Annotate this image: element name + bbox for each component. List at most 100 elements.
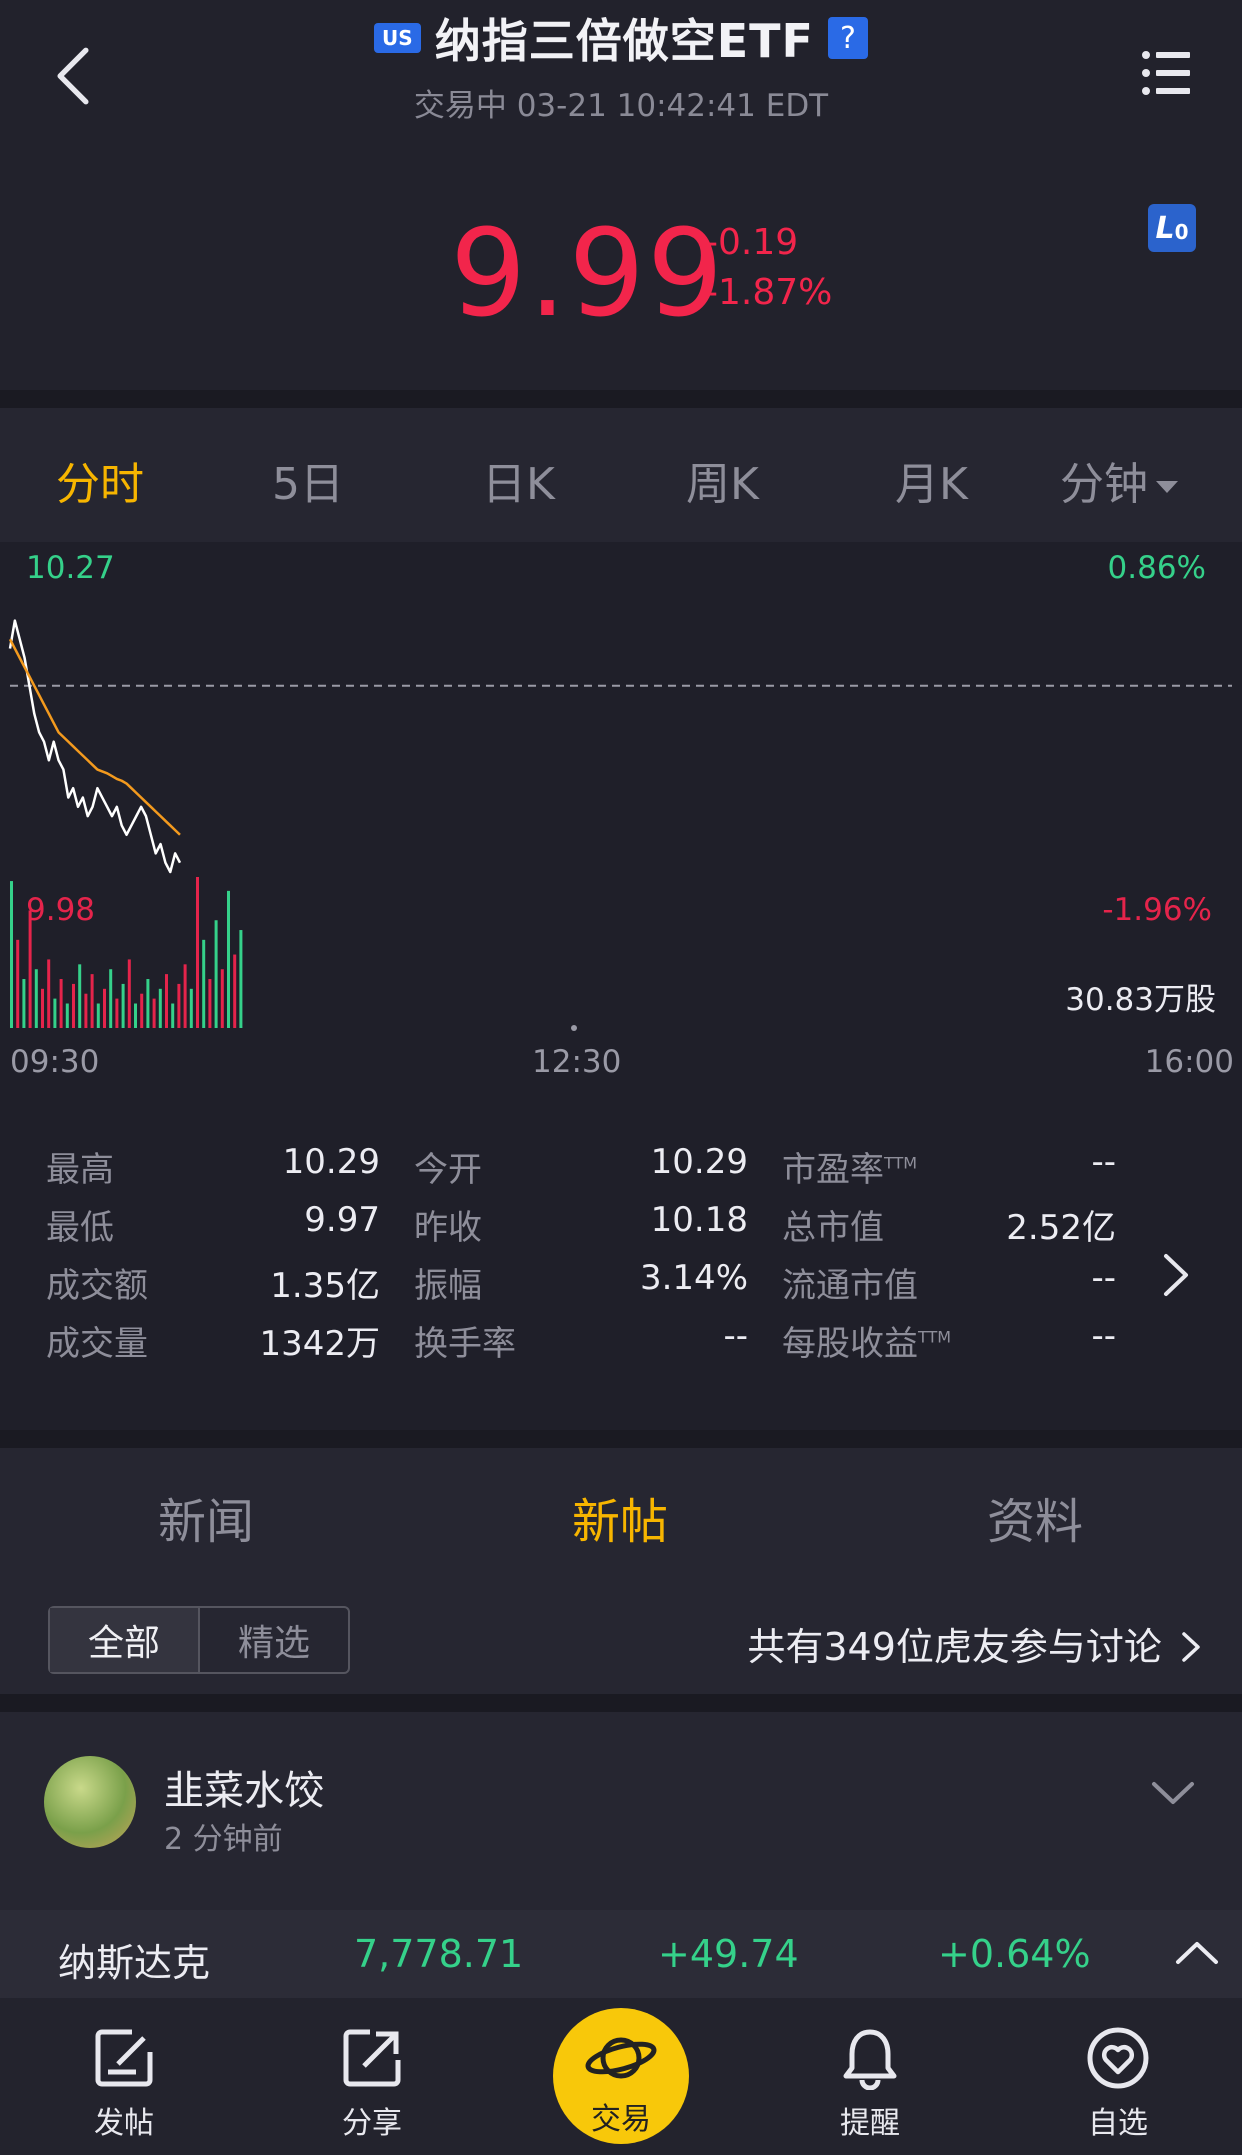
volume-bar [220,969,224,1028]
discussion-count: 共有349位虎友参与讨论 [747,1625,1162,1669]
post-filter-bar: 全部 精选 共有349位虎友参与讨论 [0,1568,1242,1694]
volume-bar [140,993,144,1028]
tab-minute[interactable]: 分钟 [1060,448,1178,512]
stat-value: 1.35亿 [270,1266,380,1306]
heart-icon [1087,2027,1149,2089]
page-title: 纳指三倍做空ETF [434,14,814,68]
level-badge-number: 0 [1174,220,1189,244]
tab-weekly-k[interactable]: 周K [686,448,759,512]
volume-bar [202,939,206,1028]
volume-bar [10,881,13,1028]
volume-bar [72,983,75,1028]
tab-5-day[interactable]: 5日 [272,448,344,512]
nav-post[interactable]: 发帖 [54,2026,194,2142]
stat-value: 9.97 [304,1200,380,1240]
volume-bar [165,974,168,1028]
volume-bar [28,910,32,1028]
stat-label-text: 市盈率 [782,1150,884,1190]
trade-button[interactable]: 交易 [553,2008,689,2144]
stat-label-text: 每股收益 [782,1324,918,1364]
level-badge[interactable]: L0 [1148,204,1196,252]
pct-low-label: -1.96% [1102,892,1212,928]
volume-bar [22,979,26,1028]
stat-label-suffix: TTM [884,1153,918,1173]
divider [0,390,1242,408]
stat-label-text: 成交量 [46,1324,148,1364]
chevron-down-icon[interactable] [1150,1778,1196,1808]
volume-bar [16,939,20,1028]
index-name: 纳斯达克 [58,1941,211,1985]
volume-bar [233,954,237,1028]
post-card[interactable]: 韭菜水饺 2 分钟前 [0,1712,1242,1912]
stat-value: 10.18 [650,1200,748,1240]
help-icon[interactable]: ? [827,17,868,59]
chart-canvas [8,619,1232,1031]
post-time: 2 分钟前 [164,1822,283,1857]
avatar[interactable] [44,1756,136,1848]
volume-bar [53,998,57,1028]
volume-bar [158,988,162,1028]
nav-share[interactable]: 分享 [302,2026,442,2142]
tab-monthly-k[interactable]: 月K [895,448,968,512]
index-value: 7,778.71 [354,1932,524,1976]
volume-bar [121,983,125,1028]
bell-icon [843,2029,897,2090]
stat-label: 振幅 [414,1258,482,1307]
stat-label-text: 昨收 [414,1208,482,1248]
tab-daily-k[interactable]: 日K [482,448,555,512]
stat-value: 1342万 [259,1324,380,1364]
stat-label: 市盈率TTM [782,1142,917,1191]
menu-list-icon[interactable] [1142,50,1190,96]
nav-watchlist-label: 自选 [1088,2106,1148,2141]
stat-label-text: 总市值 [782,1208,884,1248]
chevron-right-icon[interactable] [1160,1250,1194,1300]
nav-watchlist[interactable]: 自选 [1048,2026,1188,2142]
volume-bar [65,1003,69,1028]
volume-max-label: 30.83万股 [1065,982,1216,1018]
stat-value: -- [1091,1258,1116,1298]
intraday-chart[interactable]: 10.27 0.86% 9.98 -1.96% 30.83万股 09:30 12… [0,542,1242,1097]
filter-all[interactable]: 全部 [50,1608,200,1672]
stat-label: 成交额 [46,1258,148,1307]
pct-high-label: 0.86% [1107,550,1206,586]
volume-bar [227,890,230,1028]
stat-label: 今开 [414,1142,482,1191]
share-icon [343,2029,401,2087]
stat-label-text: 今开 [414,1150,482,1190]
tab-new-posts[interactable]: 新帖 [572,1482,668,1552]
volume-bar [78,964,82,1028]
filter-featured[interactable]: 精选 [200,1608,348,1672]
index-change-percent: +0.64% [938,1932,1091,1976]
content-tabs: 新闻 新帖 资料 [0,1448,1242,1568]
tab-profile[interactable]: 资料 [987,1482,1083,1552]
index-change: +49.74 [658,1932,799,1976]
chevron-up-icon[interactable] [1174,1938,1220,1968]
volume-bar [47,959,51,1028]
volume-bar [171,1003,175,1028]
tab-intraday[interactable]: 分时 [56,448,144,512]
nav-alert[interactable]: 提醒 [800,2026,940,2142]
price-low-label: 9.98 [26,892,96,928]
average-price-line [8,638,181,836]
time-start-label: 09:30 [10,1044,100,1080]
time-mid-label: 12:30 [532,1044,622,1080]
volume-bar [189,988,193,1028]
tab-news[interactable]: 新闻 [158,1482,254,1552]
volume-bar [90,974,94,1028]
quote-stats-panel[interactable]: 最高 10.29 今开 10.29 市盈率TTM -- 最低 9.97 昨收 10.18 总市值 2.… [0,1100,1242,1430]
chevron-right-icon [1182,1632,1200,1662]
stat-value: 10.29 [650,1142,748,1182]
volume-bar [84,993,88,1028]
stat-value: 3.14% [639,1258,748,1298]
stat-value: -- [1091,1316,1116,1356]
trade-label: 交易 [591,2102,651,2137]
stat-value: 2.52亿 [1006,1208,1116,1248]
nav-post-label: 发帖 [94,2106,154,2141]
volume-bar [146,979,150,1028]
discussion-count-link[interactable]: 共有349位虎友参与讨论 [747,1616,1202,1671]
chart-period-tabs: 分时 5日 日K 周K 月K 分钟 [0,408,1242,542]
volume-bar [103,988,106,1028]
index-ticker-bar[interactable]: 纳斯达克 7,778.71 +49.74 +0.64% [0,1910,1242,1998]
stat-label-text: 流通市值 [782,1266,918,1306]
post-username[interactable]: 韭菜水饺 [164,1758,324,1816]
